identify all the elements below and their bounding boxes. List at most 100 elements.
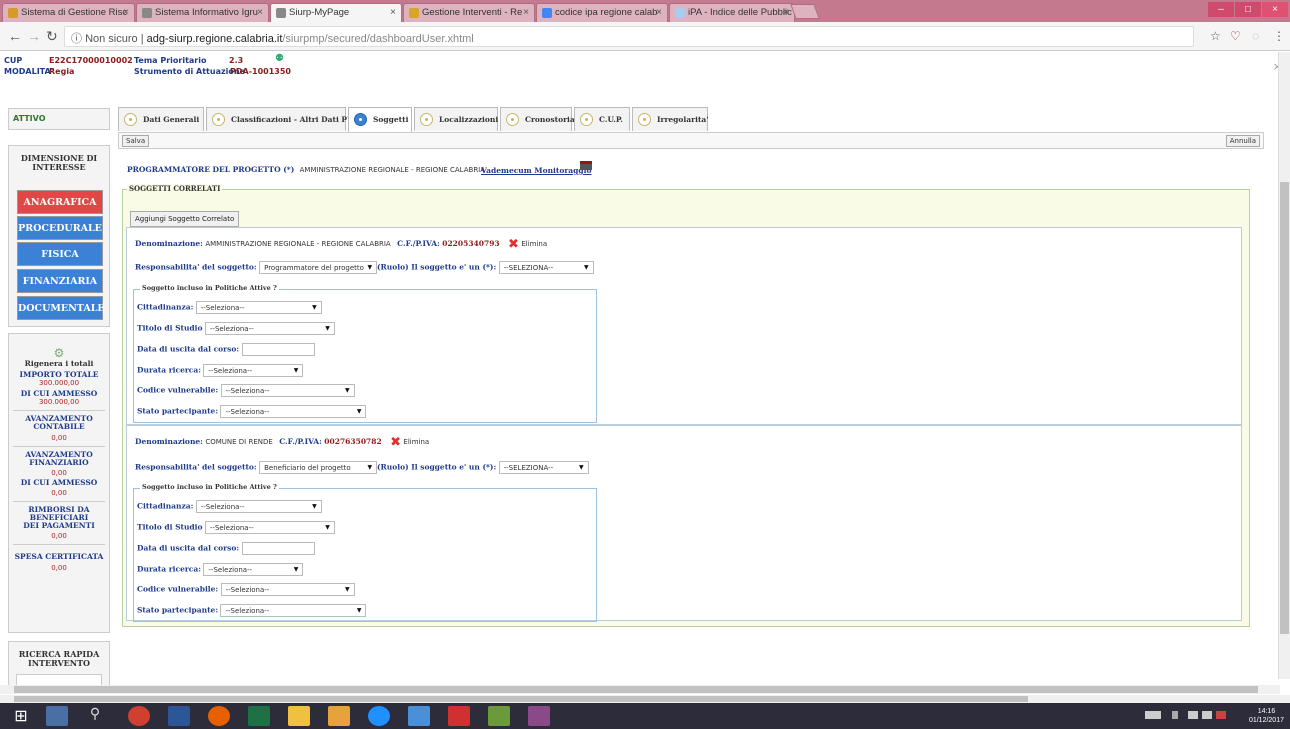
extension-icon[interactable]: ◌ [1252, 29, 1259, 43]
scroll-thumb[interactable] [1280, 182, 1289, 634]
delete-icon[interactable]: ✖ [390, 435, 401, 450]
nav-finanziaria-button[interactable]: FINANZIARIA [17, 269, 103, 293]
durata-ricerca-select[interactable]: --Seleziona-- [203, 364, 304, 377]
browser-tab[interactable]: iPA - Indice delle Pubblic × [669, 3, 795, 22]
taskbar: ⊞ ⚲ 14:16 01/12/2017 [0, 703, 1290, 729]
tab-dati-generali[interactable]: Dati Generali [118, 107, 204, 131]
printer-icon[interactable] [580, 161, 592, 170]
add-soggetto-button[interactable]: Aggiungi Soggetto Correlato [130, 211, 240, 227]
firefox-icon[interactable] [208, 706, 230, 726]
tab-soggetti[interactable]: Soggetti [348, 107, 412, 132]
stato-partecipante-select[interactable]: --Seleziona-- [220, 604, 367, 617]
battery-icon[interactable] [1188, 711, 1198, 719]
tab-localizzazioni[interactable]: Localizzazioni [414, 107, 498, 131]
pocket-icon[interactable]: ♡ [1230, 29, 1241, 43]
ie-icon[interactable] [368, 706, 390, 726]
radio-icon [212, 113, 225, 126]
browser-tab[interactable]: Sistema di Gestione Risc × [2, 3, 135, 22]
browser-tab[interactable]: Gestione Interventi - Re × [403, 3, 535, 22]
menu-icon[interactable]: ⋮ [1273, 29, 1285, 43]
nav-documentale-button[interactable]: DOCUMENTALE [17, 296, 105, 320]
close-tab-icon[interactable]: × [783, 7, 789, 18]
vertical-scrollbar[interactable] [1278, 52, 1290, 679]
tab-classificazioni[interactable]: Classificazioni - Altri Dati PUC [206, 107, 360, 131]
titolo-studio-select[interactable]: --Seleziona-- [204, 322, 335, 335]
back-icon[interactable]: ← [8, 28, 22, 44]
new-tab-button[interactable] [790, 4, 820, 19]
cittadinanza-select[interactable]: --Seleziona-- [195, 301, 322, 314]
excel-icon[interactable] [248, 706, 270, 726]
paint-icon[interactable] [488, 706, 510, 726]
vademecum-link[interactable]: Vademecum Monitoraggio [481, 166, 592, 175]
notification-icon[interactable] [1216, 711, 1226, 719]
users-icon[interactable]: ⚉ [275, 53, 284, 64]
browser-tab-active[interactable]: Siurp-MyPage × [270, 3, 402, 23]
user-app-icon[interactable]: ⚲ [84, 706, 106, 726]
close-tab-icon[interactable]: × [257, 7, 263, 18]
responsabilita-select[interactable]: Programmatore del progetto [259, 261, 378, 274]
nav-fisica-button[interactable]: FISICA [17, 242, 103, 266]
tab-cup[interactable]: C.U.P. [574, 107, 630, 131]
scroll-thumb[interactable] [14, 686, 1258, 693]
responsabilita-select[interactable]: Beneficiario del progetto [259, 461, 378, 474]
google-icon [542, 8, 552, 18]
annulla-button[interactable]: Annulla [1225, 135, 1260, 147]
nav-procedurale-button[interactable]: PROCEDURALE [17, 216, 103, 240]
scroll-thumb[interactable] [14, 696, 1028, 702]
forward-icon[interactable]: → [27, 28, 41, 44]
star-icon[interactable]: ☆ [1210, 29, 1221, 43]
winrar-icon[interactable] [528, 706, 550, 726]
close-window-button[interactable]: × [1262, 2, 1288, 17]
codice-vulnerabile-select[interactable]: --Seleziona-- [220, 583, 355, 596]
windows-start-icon[interactable]: ⊞ [10, 706, 32, 726]
acrobat-icon[interactable] [448, 706, 470, 726]
browser-tab[interactable]: codice ipa regione calab × [536, 3, 668, 22]
titolo-studio-label: Titolo di Studio [137, 323, 203, 333]
ruolo-select[interactable]: --SELEZIONA-- [498, 261, 594, 274]
word-icon[interactable] [168, 706, 190, 726]
rigenera-link[interactable]: Rigenera i totali [9, 360, 109, 368]
close-tab-icon[interactable]: × [123, 7, 129, 18]
tab-irregolarita[interactable]: Irregolarita' [632, 107, 709, 131]
codice-vulnerabile-label: Codice vulnerabile: [137, 584, 219, 594]
chrome-icon[interactable] [328, 706, 350, 726]
codice-vulnerabile-label: Codice vulnerabile: [137, 385, 219, 395]
data-uscita-input[interactable] [241, 542, 315, 555]
nav-anagrafica-button[interactable]: ANAGRAFICA [17, 190, 103, 214]
chrome-app-icon[interactable] [128, 706, 150, 726]
network-app-icon[interactable] [46, 706, 68, 726]
url-field[interactable]: ⓘ Non sicuro | adg-siurp.regione.calabri… [64, 26, 1194, 47]
close-tab-icon[interactable]: × [656, 7, 662, 18]
di-cui-ammesso-label: DI CUI AMMESSO [20, 389, 98, 398]
delete-icon[interactable]: ✖ [508, 237, 519, 252]
remote-icon[interactable] [408, 706, 430, 726]
system-clock[interactable]: 14:16 01/12/2017 [1249, 707, 1284, 725]
data-uscita-input[interactable] [241, 343, 315, 356]
tray-up-icon[interactable] [1172, 711, 1178, 719]
info-icon[interactable]: ⓘ [71, 33, 82, 45]
programmatore-value: AMMINISTRAZIONE REGIONALE - REGIONE CALA… [299, 166, 486, 174]
elimina-link[interactable]: Elimina [403, 438, 429, 446]
gear-icon[interactable]: ⚙ [9, 346, 109, 360]
close-tab-icon[interactable]: × [523, 7, 529, 18]
maximize-button[interactable]: □ [1235, 2, 1261, 17]
elimina-link[interactable]: Elimina [521, 240, 547, 248]
durata-ricerca-select[interactable]: --Seleziona-- [203, 563, 304, 576]
cittadinanza-select[interactable]: --Seleziona-- [195, 500, 322, 513]
browser-tab[interactable]: Sistema Informativo Igru × [136, 3, 269, 22]
horizontal-scrollbar[interactable] [0, 695, 1290, 703]
titolo-studio-select[interactable]: --Seleziona-- [204, 521, 335, 534]
codice-vulnerabile-select[interactable]: --Seleziona-- [220, 384, 355, 397]
ruolo-select[interactable]: --SELEZIONA-- [498, 461, 589, 474]
horizontal-scrollbar[interactable] [0, 685, 1280, 694]
stato-partecipante-select[interactable]: --Seleziona-- [220, 405, 367, 418]
salva-button[interactable]: Salva [122, 135, 150, 147]
minimize-button[interactable]: – [1208, 2, 1234, 17]
tab-cronostoria[interactable]: Cronostoria [500, 107, 575, 131]
network-icon[interactable] [1202, 711, 1212, 719]
denominazione-value: COMUNE DI RENDE [205, 438, 273, 446]
folder-icon[interactable] [288, 706, 310, 726]
reload-icon[interactable]: ↻ [46, 28, 58, 45]
close-tab-icon[interactable]: × [390, 7, 396, 18]
keyboard-icon[interactable] [1145, 711, 1161, 719]
